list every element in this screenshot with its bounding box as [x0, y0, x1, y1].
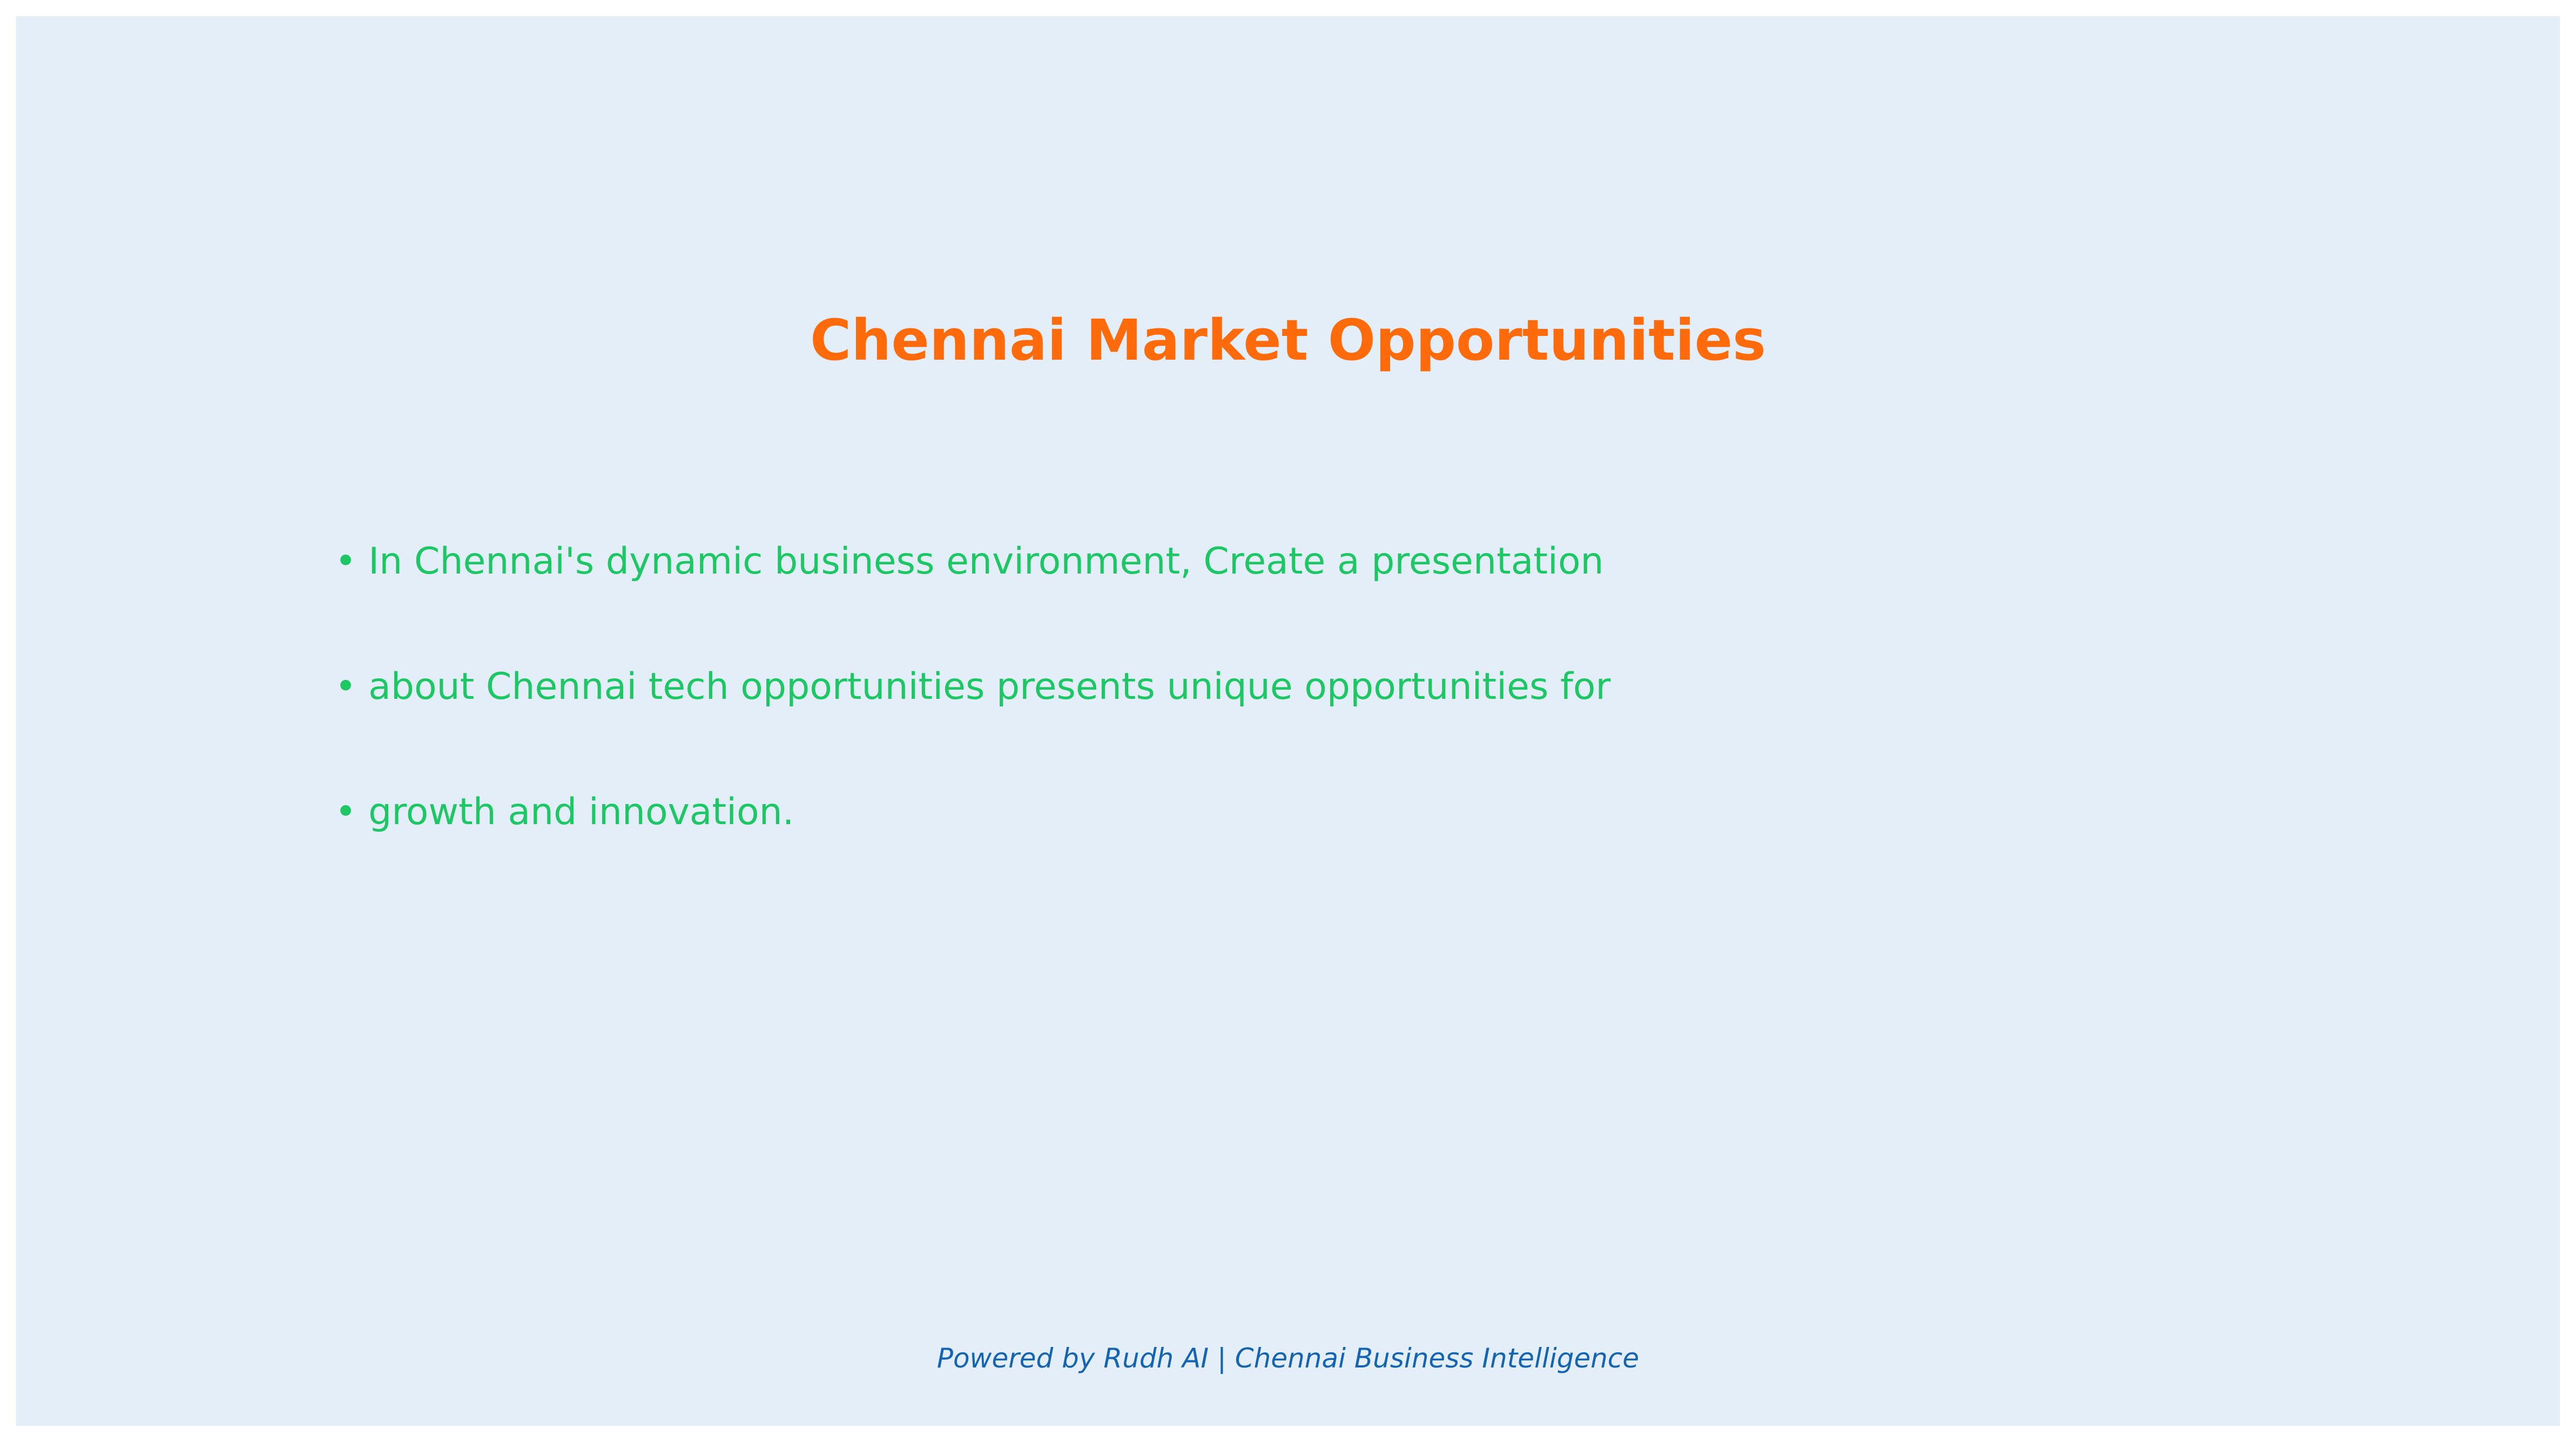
bullet-text: In Chennai's dynamic business environmen… — [368, 540, 1604, 583]
bullet-icon: • — [335, 791, 357, 833]
bullet-item: • In Chennai's dynamic business environme… — [335, 535, 1604, 589]
slide: Chennai Market Opportunities • In Chennai… — [16, 16, 2560, 1426]
bullet-item: • growth and innovation. — [335, 785, 794, 839]
slide-footer: Powered by Rudh AI | Chennai Business In… — [936, 1343, 1640, 1374]
slide-title: Chennai Market Opportunities — [810, 307, 1766, 373]
bullet-text: about Chennai tech opportunities present… — [368, 665, 1611, 708]
bullet-item: • about Chennai tech opportunities presen… — [335, 660, 1611, 714]
bullet-icon: • — [335, 540, 357, 583]
bullet-icon: • — [335, 665, 357, 708]
bullet-text: growth and innovation. — [368, 791, 794, 833]
